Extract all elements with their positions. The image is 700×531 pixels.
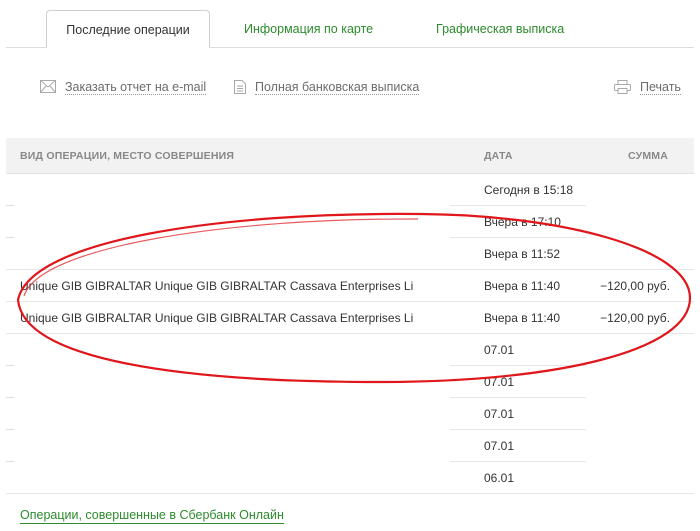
email-report-link[interactable]: Заказать отчет на e-mail <box>40 77 207 97</box>
operation-date: Вчера в 11:52 <box>484 247 561 261</box>
column-header-date: ДАТА <box>484 150 513 162</box>
table-header: ВИД ОПЕРАЦИИ, МЕСТО СОВЕРШЕНИЯ ДАТА СУММ… <box>6 138 694 174</box>
column-header-operation: ВИД ОПЕРАЦИИ, МЕСТО СОВЕРШЕНИЯ <box>20 150 235 162</box>
operation-date: 07.01 <box>484 343 515 357</box>
print-link[interactable]: Печать <box>614 77 681 97</box>
operation-date: Вчера в 17:10 <box>484 215 561 229</box>
operation-amount: −120,00 руб. <box>600 311 670 325</box>
full-statement-label: Полная банковская выписка <box>255 80 420 95</box>
table-row[interactable]: Unique GIB GIBRALTAR Unique GIB GIBRALTA… <box>6 302 694 334</box>
operation-description: Unique GIB GIBRALTAR Unique GIB GIBRALTA… <box>20 311 414 325</box>
operation-date: Вчера в 11:40 <box>484 279 561 293</box>
table-row[interactable]: Unique GIB GIBRALTAR Unique GIB GIBRALTA… <box>6 270 694 302</box>
table-row[interactable]: Сегодня в 15:18 <box>6 174 694 206</box>
tab-recent-operations[interactable]: Последние операции <box>46 10 210 48</box>
operation-date: Сегодня в 15:18 <box>484 183 574 197</box>
table-row[interactable]: 07.01 <box>6 366 694 398</box>
document-icon <box>234 80 246 94</box>
action-bar: Заказать отчет на e-mail Полная банковск… <box>0 77 700 97</box>
table-row[interactable]: 07.01 <box>6 334 694 366</box>
printer-icon <box>614 80 631 94</box>
tab-card-info[interactable]: Информация по карте <box>244 10 373 48</box>
operation-description: Unique GIB GIBRALTAR Unique GIB GIBRALTA… <box>20 279 414 293</box>
email-report-label: Заказать отчет на e-mail <box>65 80 207 95</box>
tab-graphic-statement[interactable]: Графическая выписка <box>436 10 564 48</box>
table-row[interactable]: 07.01 <box>6 398 694 430</box>
operation-date: 07.01 <box>484 439 515 453</box>
table-row[interactable]: Вчера в 17:10 <box>6 206 694 238</box>
operation-date: 06.01 <box>484 471 515 485</box>
tab-bar: Последние операции Информация по карте Г… <box>0 0 700 48</box>
table-row[interactable]: Вчера в 11:52 <box>6 238 694 270</box>
full-statement-link[interactable]: Полная банковская выписка <box>234 77 420 97</box>
column-header-amount: СУММА <box>627 150 668 162</box>
operation-amount: −120,00 руб. <box>600 279 670 293</box>
envelope-icon <box>40 80 56 93</box>
operation-date: 07.01 <box>484 375 515 389</box>
operation-date: 07.01 <box>484 407 515 421</box>
table-row[interactable]: 07.01 <box>6 430 694 462</box>
operation-date: Вчера в 11:40 <box>484 311 561 325</box>
table-row[interactable]: 06.01 <box>6 462 694 494</box>
sberbank-online-operations-link[interactable]: Операции, совершенные в Сбербанк Онлайн <box>20 507 284 524</box>
row-divider <box>6 493 694 494</box>
print-label: Печать <box>640 80 681 95</box>
